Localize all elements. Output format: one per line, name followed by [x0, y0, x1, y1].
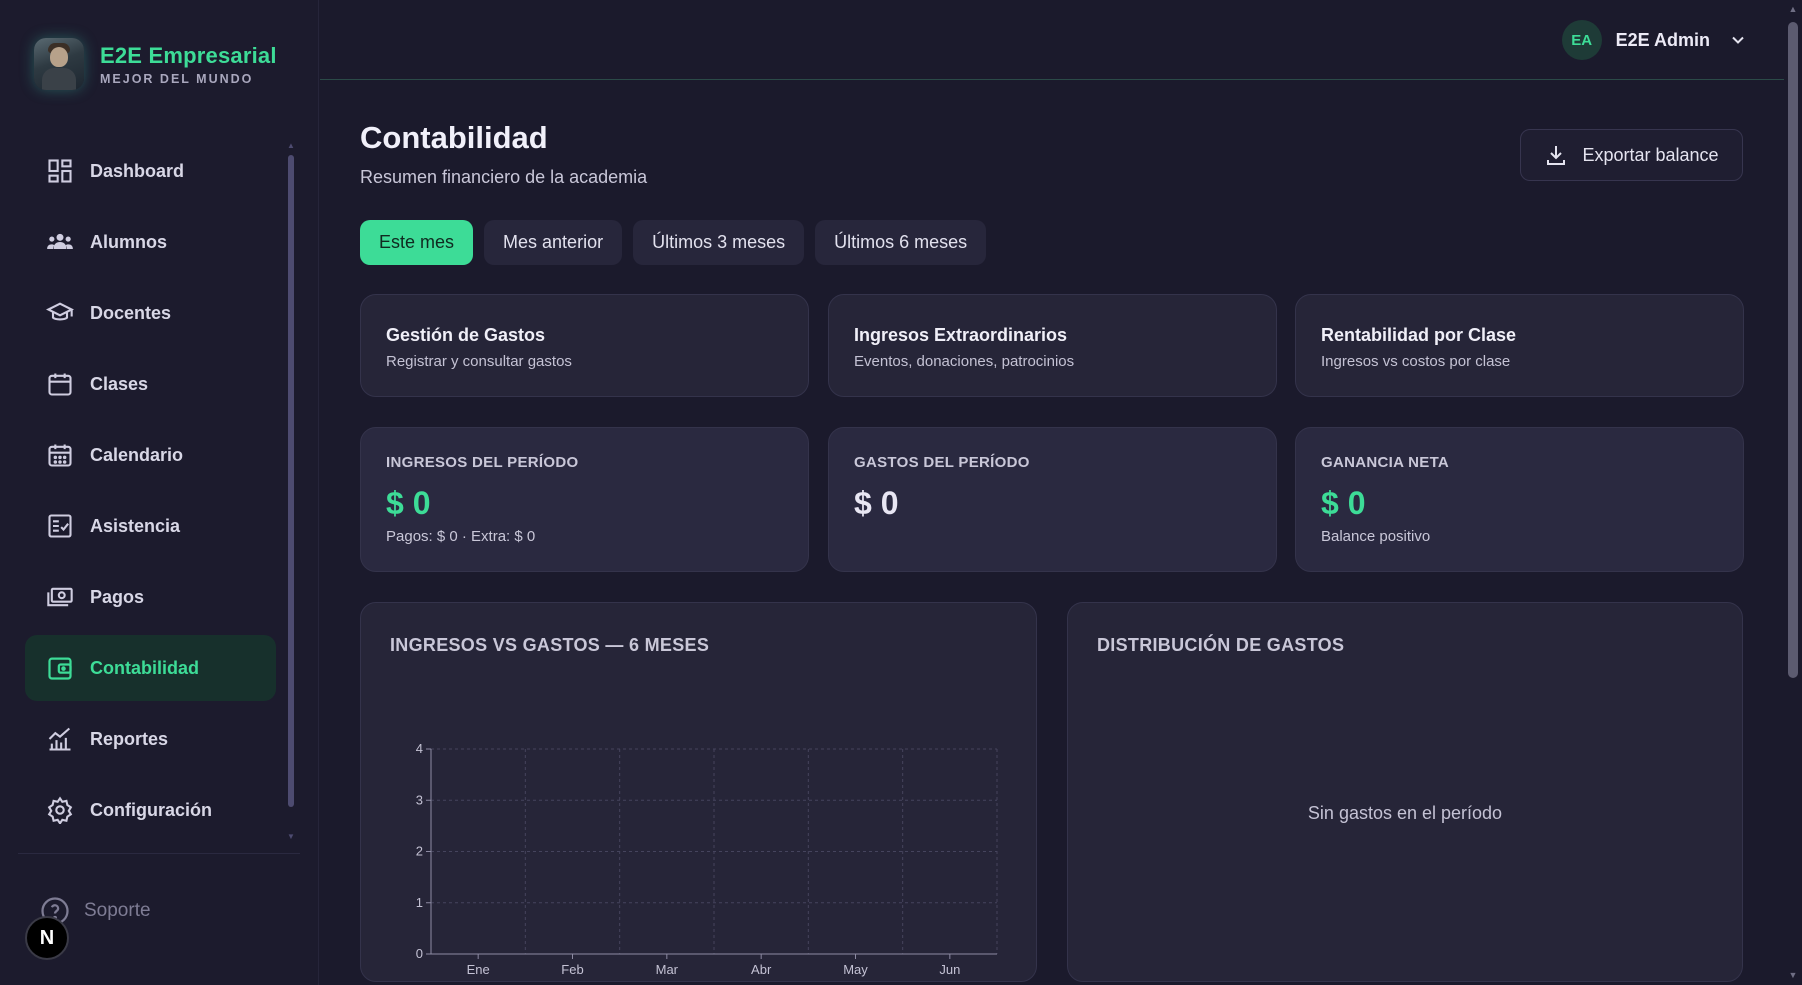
- avatar: EA: [1561, 20, 1602, 60]
- users-icon: [47, 233, 73, 249]
- user-menu[interactable]: EA E2E Admin: [1561, 20, 1748, 60]
- x-tick-label: May: [843, 962, 868, 977]
- sidebar-item-reportes[interactable]: Reportes: [25, 706, 276, 772]
- sidebar-nav: Dashboard Alumnos Docentes Clases Calend…: [25, 138, 276, 848]
- card-title: Ingresos Extraordinarios: [854, 325, 1068, 345]
- sidebar-item-label: Reportes: [90, 728, 169, 749]
- wallet-icon: [48, 657, 72, 680]
- sidebar-item-label: Asistencia: [90, 515, 181, 536]
- kpi-value: $ 0: [1321, 485, 1366, 521]
- card-subtitle: Ingresos vs costos por clase: [1321, 353, 1511, 370]
- sidebar-item-dashboard[interactable]: Dashboard: [25, 138, 276, 204]
- chart-distribucion-gastos: DISTRIBUCIÓN DE GASTOS Sin gastos en el …: [1067, 602, 1743, 982]
- page-subtitle: Resumen financiero de la academia: [360, 167, 648, 187]
- sidebar-item-label: Dashboard: [90, 160, 185, 181]
- empty-state: Sin gastos en el período: [1307, 803, 1503, 823]
- gear-icon: [47, 796, 73, 824]
- sidebar: E2E Empresarial MEJOR DEL MUNDO Dashboar…: [0, 0, 319, 985]
- period-filters: Este mes Mes anterior Últimos 3 meses Úl…: [360, 220, 997, 265]
- topbar: EA E2E Admin: [320, 0, 1784, 80]
- user-name: E2E Admin: [1615, 29, 1710, 50]
- sidebar-item-label: Pagos: [90, 586, 145, 607]
- kpi-value: $ 0: [854, 485, 899, 521]
- kpi-note: Balance positivo: [1321, 528, 1431, 545]
- export-label: Exportar balance: [1582, 144, 1719, 165]
- y-tick-label: 3: [416, 792, 423, 807]
- kpi-ingresos: INGRESOS DEL PERÍODO $ 0 Pagos: $ 0 · Ex…: [360, 427, 809, 572]
- export-balance-button[interactable]: Exportar balance: [1520, 129, 1743, 181]
- bar-chart: 01234EneFebMarAbrMayJunGastosIngresos: [416, 741, 998, 977]
- calendar-grid-icon: [48, 444, 72, 467]
- support-label: Soporte: [84, 900, 151, 921]
- y-tick-label: 2: [416, 844, 423, 859]
- brand-name: E2E Empresarial: [100, 42, 277, 68]
- scrollbar-thumb[interactable]: [1788, 22, 1798, 678]
- money-icon: [47, 587, 73, 607]
- calendar-icon: [48, 373, 72, 396]
- chart-title: INGRESOS VS GASTOS — 6 MESES: [390, 635, 710, 655]
- sidebar-item-asistencia[interactable]: Asistencia: [25, 493, 276, 559]
- kpi-note: Pagos: $ 0 · Extra: $ 0: [386, 528, 536, 545]
- kpi-label: GASTOS DEL PERÍODO: [854, 454, 1030, 471]
- filter-mes-anterior[interactable]: Mes anterior: [484, 220, 623, 265]
- card-ingresos-extraordinarios[interactable]: Ingresos Extraordinarios Eventos, donaci…: [828, 294, 1277, 397]
- sidebar-item-calendario[interactable]: Calendario: [25, 422, 276, 488]
- x-tick-label: Abr: [751, 962, 772, 977]
- filter-ultimos-6-meses[interactable]: Últimos 6 meses: [815, 220, 987, 265]
- sidebar-item-alumnos[interactable]: Alumnos: [25, 209, 276, 275]
- chevron-down-icon: [1732, 36, 1744, 44]
- kpi-label: INGRESOS DEL PERÍODO: [386, 454, 579, 471]
- scroll-down-arrow[interactable]: ▼: [1788, 970, 1798, 980]
- page-title: Contabilidad: [360, 120, 548, 155]
- kpi-label: GANANCIA NETA: [1321, 454, 1450, 471]
- download-icon: [1547, 146, 1566, 165]
- sidebar-item-docentes[interactable]: Docentes: [25, 280, 276, 346]
- sidebar-item-configuracion[interactable]: Configuración: [25, 777, 276, 843]
- divider: [18, 853, 300, 854]
- kpi-value: $ 0: [386, 485, 431, 521]
- card-subtitle: Registrar y consultar gastos: [386, 353, 572, 370]
- scroll-down-arrow[interactable]: ▼: [287, 833, 295, 841]
- graduation-cap-icon: [46, 302, 74, 321]
- scroll-up-arrow[interactable]: ▲: [287, 142, 295, 150]
- brand-logo: [34, 38, 84, 90]
- chart-title: DISTRIBUCIÓN DE GASTOS: [1097, 635, 1345, 655]
- nextjs-badge[interactable]: N: [25, 916, 69, 960]
- chart-icon: [48, 727, 71, 751]
- kpi-gastos: GASTOS DEL PERÍODO $ 0: [828, 427, 1277, 572]
- sidebar-item-label: Alumnos: [90, 231, 168, 252]
- sidebar-item-contabilidad[interactable]: Contabilidad: [25, 635, 276, 701]
- card-gestion-gastos[interactable]: Gestión de Gastos Registrar y consultar …: [360, 294, 809, 397]
- brand-tagline: MEJOR DEL MUNDO: [100, 71, 254, 86]
- scroll-up-arrow[interactable]: ▲: [1788, 4, 1798, 14]
- sidebar-item-label: Docentes: [90, 302, 172, 323]
- page-scrollbar[interactable]: ▲ ▼: [1784, 0, 1802, 985]
- sidebar-item-label: Configuración: [90, 799, 212, 820]
- sidebar-scrollbar[interactable]: [288, 155, 294, 807]
- x-tick-label: Ene: [467, 962, 490, 977]
- brand[interactable]: E2E Empresarial MEJOR DEL MUNDO: [34, 38, 277, 90]
- x-tick-label: Jun: [939, 962, 960, 977]
- card-rentabilidad-clase[interactable]: Rentabilidad por Clase Ingresos vs costo…: [1295, 294, 1744, 397]
- y-tick-label: 4: [416, 741, 423, 756]
- sidebar-item-clases[interactable]: Clases: [25, 351, 276, 417]
- x-tick-label: Feb: [561, 962, 583, 977]
- y-tick-label: 1: [416, 895, 423, 910]
- sidebar-item-label: Clases: [90, 373, 149, 394]
- filter-este-mes[interactable]: Este mes: [360, 220, 474, 265]
- checklist-icon: [48, 514, 72, 538]
- card-title: Rentabilidad por Clase: [1321, 325, 1517, 345]
- card-subtitle: Eventos, donaciones, patrocinios: [854, 353, 1075, 370]
- filter-ultimos-3-meses[interactable]: Últimos 3 meses: [633, 220, 805, 265]
- sidebar-item-label: Calendario: [90, 444, 184, 465]
- chart-ingresos-vs-gastos: INGRESOS VS GASTOS — 6 MESES 0 1 2 3 4 Ene Feb…: [360, 602, 1037, 982]
- y-tick-label: 0: [416, 946, 423, 961]
- x-tick-label: Mar: [656, 962, 679, 977]
- dashboard-icon: [48, 159, 72, 183]
- sidebar-item-pagos[interactable]: Pagos: [25, 564, 276, 630]
- card-title: Gestión de Gastos: [386, 325, 546, 345]
- sidebar-item-label: Contabilidad: [90, 657, 199, 678]
- kpi-ganancia-neta: GANANCIA NETA $ 0 Balance positivo: [1295, 427, 1744, 572]
